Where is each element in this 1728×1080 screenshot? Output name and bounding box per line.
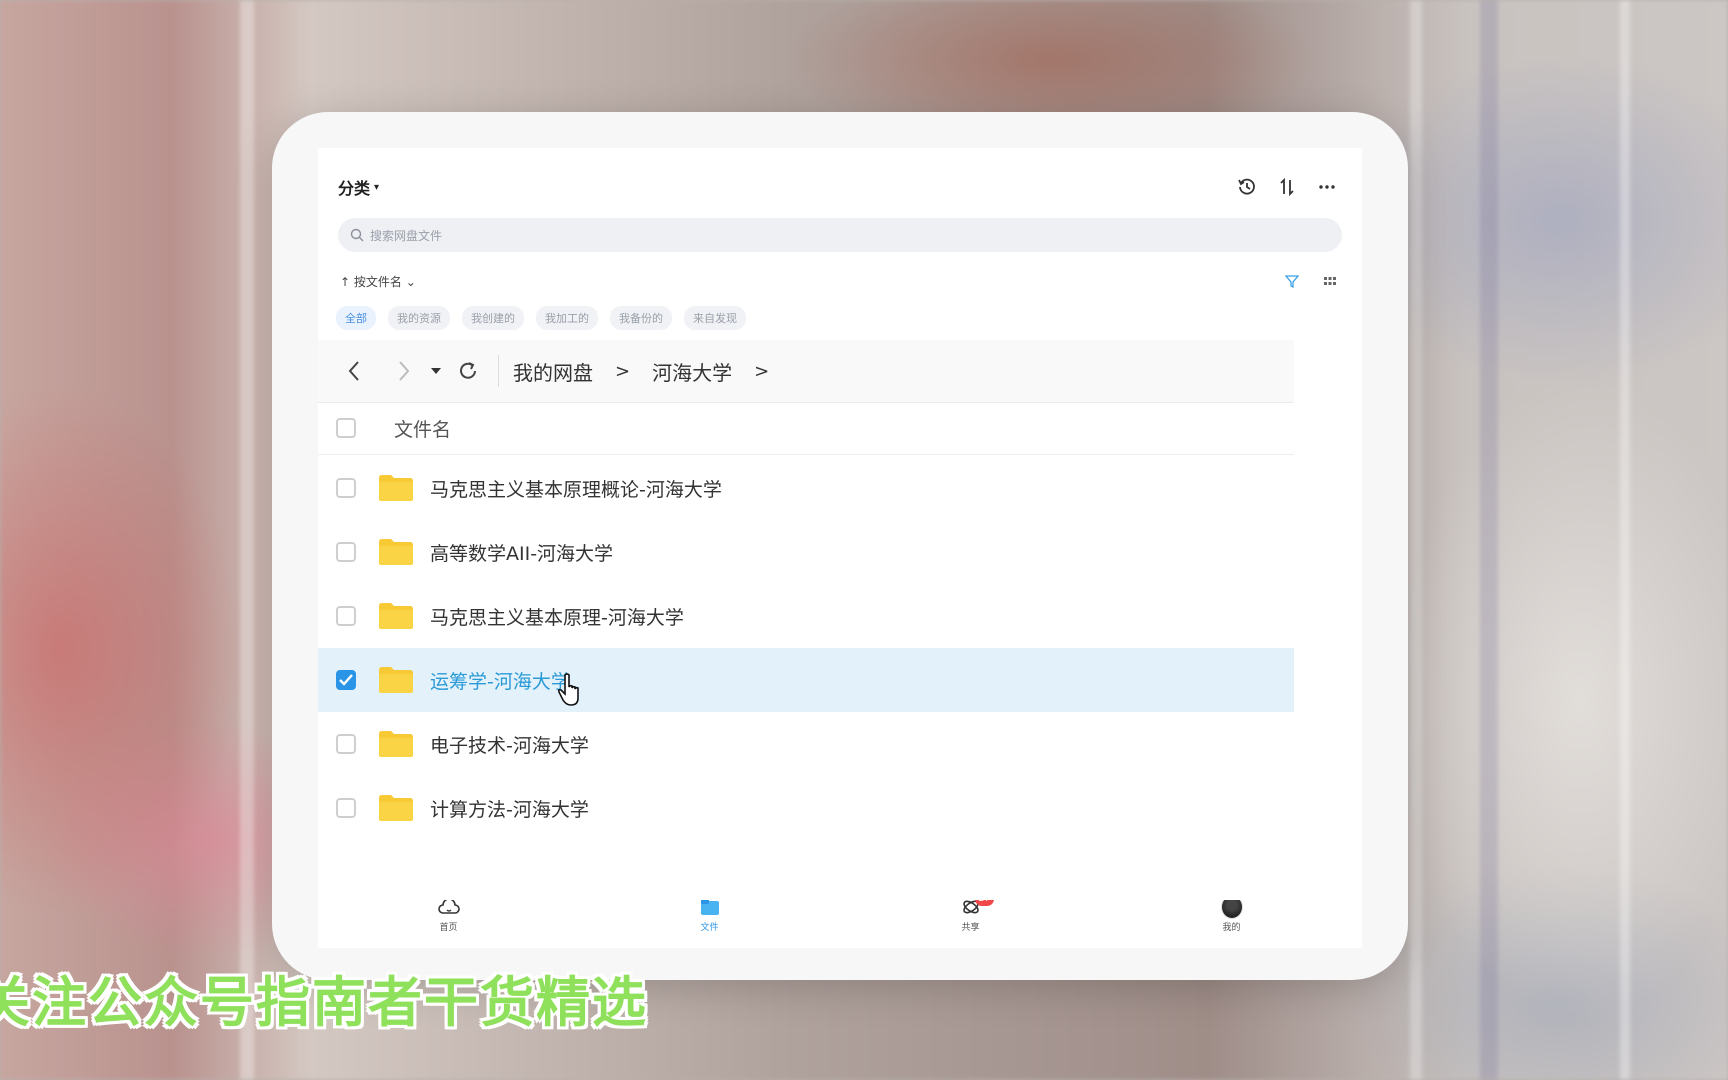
filter-chips: 全部 我的资源 我创建的 我加工的 我备份的 来自发现 xyxy=(336,306,746,330)
chip-from-discover[interactable]: 来自发现 xyxy=(684,306,746,330)
file-name: 电子技术-河海大学 xyxy=(430,734,589,757)
file-name: 高等数学AII-河海大学 xyxy=(430,542,614,565)
breadcrumb-current[interactable]: 河海大学 xyxy=(652,357,732,386)
folder-icon xyxy=(379,667,413,693)
forward-icon[interactable] xyxy=(384,351,424,391)
hand-cursor-icon xyxy=(557,673,579,706)
history-icon[interactable] xyxy=(1232,172,1262,202)
tab-label: 文件 xyxy=(700,922,719,933)
row-checkbox[interactable] xyxy=(336,606,356,626)
navigation-bar: 我的网盘 > 河海大学 > xyxy=(318,340,1294,403)
list-item[interactable]: 马克思主义基本原理-河海大学 xyxy=(318,584,1294,648)
folder-icon xyxy=(379,539,413,565)
search-input[interactable]: 搜索网盘文件 xyxy=(338,218,1342,252)
list-item-selected[interactable]: 运筹学-河海大学 xyxy=(318,648,1294,712)
chip-created[interactable]: 我创建的 xyxy=(462,306,524,330)
tab-label: 首页 xyxy=(439,922,458,933)
folder-icon xyxy=(379,475,413,501)
select-all-checkbox[interactable] xyxy=(336,418,356,438)
file-name: 马克思主义基本原理概论-河海大学 xyxy=(430,478,722,501)
file-name: 马克思主义基本原理-河海大学 xyxy=(430,606,684,629)
row-checkbox[interactable] xyxy=(336,798,356,818)
divider xyxy=(498,355,499,387)
row-checkbox[interactable] xyxy=(336,478,356,498)
checkmark-icon xyxy=(339,674,353,686)
folder-icon xyxy=(379,731,413,757)
row-checkbox-checked[interactable] xyxy=(336,670,356,690)
folder-icon xyxy=(379,795,413,821)
list-item[interactable]: 计算方法-河海大学 xyxy=(318,776,1294,840)
chip-my-resources[interactable]: 我的资源 xyxy=(388,306,450,330)
sort-label: 按文件名 xyxy=(353,274,402,289)
category-dropdown[interactable]: 分类 ▾ xyxy=(338,175,379,199)
sort-row: ↑ 按文件名 ⌄ xyxy=(340,270,1340,292)
refresh-icon[interactable] xyxy=(448,351,488,391)
grid-view-icon[interactable] xyxy=(1320,271,1340,291)
breadcrumb-root[interactable]: 我的网盘 xyxy=(513,357,593,386)
more-icon[interactable] xyxy=(1312,172,1342,202)
row-checkbox[interactable] xyxy=(336,542,356,562)
chip-processed[interactable]: 我加工的 xyxy=(536,306,598,330)
file-name: 运筹学-河海大学 xyxy=(430,670,570,693)
tab-label: 我的 xyxy=(1222,922,1241,933)
search-placeholder: 搜索网盘文件 xyxy=(370,228,443,243)
chip-all[interactable]: 全部 xyxy=(336,306,376,330)
breadcrumb-separator: > xyxy=(754,360,770,382)
filter-icon[interactable] xyxy=(1282,271,1302,291)
history-dropdown-icon[interactable] xyxy=(424,351,448,391)
sort-dropdown[interactable]: ↑ 按文件名 ⌄ xyxy=(340,273,416,290)
list-item[interactable]: 电子技术-河海大学 xyxy=(318,712,1294,776)
column-name-label[interactable]: 文件名 xyxy=(394,415,451,442)
app-header: 分类 ▾ xyxy=(338,172,1342,202)
folder-icon xyxy=(379,603,413,629)
back-icon[interactable] xyxy=(334,351,374,391)
list-item[interactable]: 马克思主义基本原理概论-河海大学 xyxy=(318,456,1294,520)
file-name: 计算方法-河海大学 xyxy=(430,798,589,821)
sort-toggle-icon[interactable] xyxy=(1272,172,1302,202)
video-caption: 关注公众号指南者干货精选 xyxy=(0,971,648,1034)
search-icon xyxy=(350,228,364,242)
file-browser: 我的网盘 > 河海大学 > 文件名 马克思主义基本原理概论-河海大学 高等数学A… xyxy=(318,340,1294,900)
list-item[interactable]: 高等数学AII-河海大学 xyxy=(318,520,1294,584)
row-checkbox[interactable] xyxy=(336,734,356,754)
category-label: 分类 xyxy=(338,179,371,198)
tab-label: 共享 xyxy=(961,922,980,933)
column-header: 文件名 xyxy=(318,402,1294,455)
chip-backed-up[interactable]: 我备份的 xyxy=(610,306,672,330)
caret-down-icon: ▾ xyxy=(374,181,380,193)
breadcrumb-separator: > xyxy=(615,360,631,382)
